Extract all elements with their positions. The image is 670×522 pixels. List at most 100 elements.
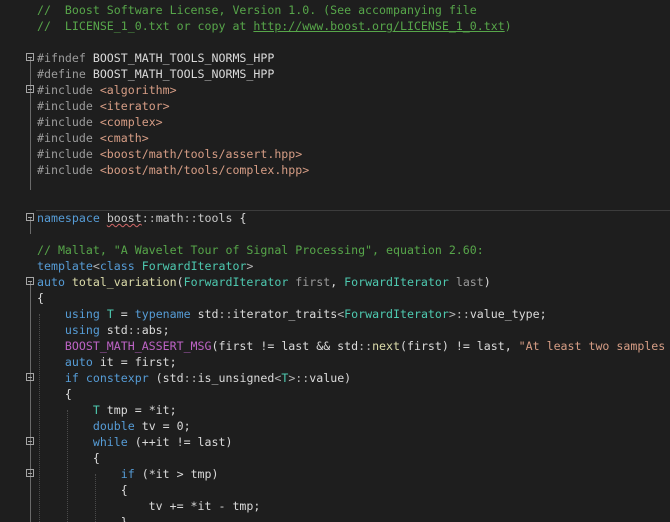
code-line[interactable]: #include <boost/math/tools/assert.hpp>	[0, 146, 670, 162]
operator-token: >::	[448, 307, 470, 321]
operator-token: ::	[358, 339, 373, 353]
code-text: #include <algorithm>	[37, 82, 177, 98]
preprocessor-token: #include	[37, 163, 100, 177]
code-line[interactable]: double tv = 0;	[0, 418, 670, 434]
identifier-token: (++it != last)	[127, 435, 233, 449]
collapse-icon[interactable]	[26, 469, 34, 477]
operator-token: ::	[127, 323, 142, 337]
code-line[interactable]: if constexpr (std::is_unsigned<T>::value…	[0, 370, 670, 386]
code-line[interactable]: using std::abs;	[0, 322, 670, 338]
identifier-token	[37, 403, 93, 417]
code-line[interactable]: BOOST_MATH_ASSERT_MSG(first != last && s…	[0, 338, 670, 354]
type-token: T	[92, 403, 100, 417]
code-line[interactable]: auto it = first;	[0, 354, 670, 370]
identifier-token: tv += *it - tmp;	[37, 499, 261, 513]
code-line[interactable]: {	[0, 386, 670, 402]
identifier-token: value_type;	[469, 307, 547, 321]
identifier-token: BOOST_MATH_TOOLS_NORMS_HPP	[92, 67, 275, 81]
code-line[interactable]: // Boost Software License, Version 1.0. …	[0, 2, 670, 18]
comment-token: )	[504, 19, 512, 33]
code-text: // Mallat, "A Wavelet Tour of Signal Pro…	[37, 242, 484, 258]
code-text: using std::abs;	[37, 322, 170, 338]
identifier-token: std	[99, 323, 128, 337]
identifier-token	[135, 259, 142, 273]
string-token: "At least two samples	[518, 339, 666, 353]
code-text: #include <complex>	[37, 114, 163, 130]
code-line[interactable]: using T = typename std::iterator_traits<…	[0, 306, 670, 322]
preprocessor-token: #include	[37, 115, 100, 129]
type-token: ForwardIterator	[141, 259, 247, 273]
comment-token: // Mallat, "A Wavelet Tour of Signal Pro…	[37, 243, 484, 257]
code-editor[interactable]: // Boost Software License, Version 1.0. …	[0, 0, 670, 522]
code-line[interactable]	[0, 178, 670, 194]
code-line[interactable]: while (++it != last)	[0, 434, 670, 450]
code-line[interactable]	[0, 226, 670, 242]
code-line[interactable]: #include <boost/math/tools/complex.hpp>	[0, 162, 670, 178]
comment-token: // Boost Software License, Version 1.0. …	[37, 3, 477, 17]
string-token: <complex>	[99, 115, 163, 129]
code-line[interactable]: T tmp = *it;	[0, 402, 670, 418]
type-token: ForwardIterator	[344, 275, 449, 289]
code-line[interactable]: {	[0, 290, 670, 306]
code-text: template<class ForwardIterator>	[37, 258, 253, 274]
preprocessor-token: #ifndef	[37, 51, 93, 65]
code-text: // Boost Software License, Version 1.0. …	[37, 2, 477, 18]
code-line[interactable]: namespace boost::math::tools {	[0, 210, 670, 226]
operator-token: ::	[141, 211, 156, 225]
keyword-token: auto	[64, 355, 93, 369]
collapse-icon[interactable]	[26, 53, 34, 61]
operator-token: <	[92, 259, 100, 273]
type-token: ForwardIterator	[183, 275, 289, 289]
code-line[interactable]: }	[0, 514, 670, 522]
code-line[interactable]: template<class ForwardIterator>	[0, 258, 670, 274]
code-line[interactable]: // Mallat, "A Wavelet Tour of Signal Pro…	[0, 242, 670, 258]
collapse-icon[interactable]	[26, 277, 34, 285]
code-line[interactable]: {	[0, 482, 670, 498]
keyword-token: auto	[37, 275, 65, 289]
identifier-token: =	[113, 307, 135, 321]
collapse-icon[interactable]	[26, 85, 34, 93]
code-line[interactable]: #include <algorithm>	[0, 82, 670, 98]
keyword-token: while	[92, 435, 128, 449]
identifier-token: {	[37, 387, 72, 401]
code-text: {	[37, 482, 128, 498]
keyword-token: template	[37, 259, 93, 273]
identifier-token: {	[37, 483, 128, 497]
license-link[interactable]: http://www.boost.org/LICENSE_1_0.txt	[253, 19, 504, 33]
identifier-token: BOOST_MATH_TOOLS_NORMS_HPP	[92, 51, 275, 65]
code-line[interactable]: #include <complex>	[0, 114, 670, 130]
code-line[interactable]: #include <iterator>	[0, 98, 670, 114]
collapse-icon[interactable]	[26, 373, 34, 381]
identifier-token: }	[37, 515, 128, 522]
code-line[interactable]: if (*it > tmp)	[0, 466, 670, 482]
preprocessor-token: #include	[37, 131, 100, 145]
preprocessor-token: #include	[37, 99, 100, 113]
code-line[interactable]: tv += *it - tmp;	[0, 498, 670, 514]
keyword-token: if	[64, 371, 79, 385]
code-line[interactable]: // LICENSE_1_0.txt or copy at http://www…	[0, 18, 670, 34]
string-token: <boost/math/tools/complex.hpp>	[99, 163, 310, 177]
keyword-token: namespace	[37, 211, 100, 225]
identifier-token: iterator_traits	[232, 307, 338, 321]
code-text: double tv = 0;	[37, 418, 191, 434]
namespace-token: tools	[197, 211, 233, 225]
code-text: BOOST_MATH_ASSERT_MSG(first != last && s…	[37, 338, 665, 354]
code-line[interactable]	[0, 34, 670, 50]
code-text: tv += *it - tmp;	[37, 498, 261, 514]
collapse-icon[interactable]	[26, 437, 34, 445]
operator-token: >::	[288, 371, 310, 385]
code-line[interactable]: #define BOOST_MATH_TOOLS_NORMS_HPP	[0, 66, 670, 82]
identifier-token: (std	[148, 371, 184, 385]
code-line[interactable]	[0, 194, 670, 210]
macro-token: BOOST_MATH_ASSERT_MSG	[64, 339, 212, 353]
identifier-token: {	[232, 211, 247, 225]
collapse-icon[interactable]	[26, 213, 34, 221]
code-line[interactable]: {	[0, 450, 670, 466]
identifier-token: tv = 0;	[134, 419, 191, 433]
code-text: #ifndef BOOST_MATH_TOOLS_NORMS_HPP	[37, 50, 274, 66]
code-line[interactable]: auto total_variation(ForwardIterator fir…	[0, 274, 670, 290]
code-text: #include <cmath>	[37, 130, 149, 146]
code-line[interactable]: #ifndef BOOST_MATH_TOOLS_NORMS_HPP	[0, 50, 670, 66]
code-line[interactable]: #include <cmath>	[0, 130, 670, 146]
code-text: #include <boost/math/tools/assert.hpp>	[37, 146, 302, 162]
